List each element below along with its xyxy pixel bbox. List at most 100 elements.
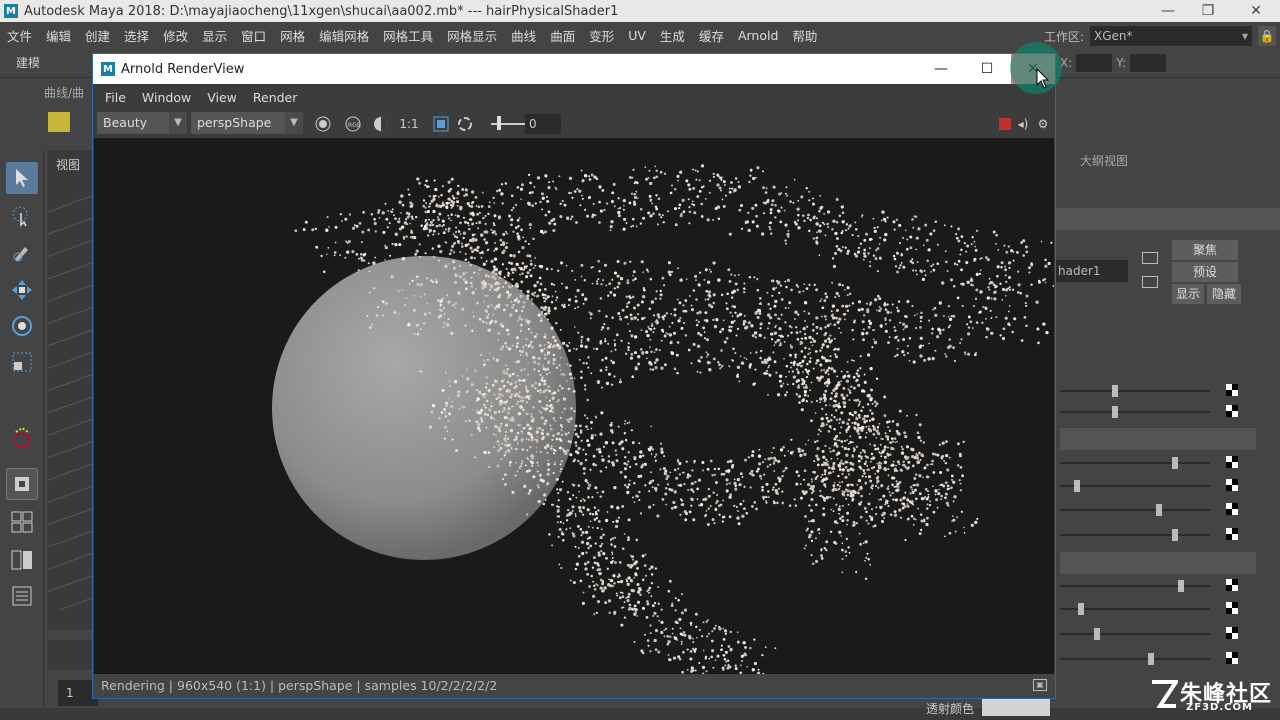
select-tool-icon[interactable]: [6, 162, 38, 194]
menu-display[interactable]: 显示: [195, 26, 234, 45]
move-tool-icon[interactable]: [6, 274, 38, 306]
camera-select[interactable]: perspShape ▼: [191, 112, 303, 134]
menu-arnold[interactable]: Arnold: [731, 28, 785, 43]
menu-mesh-tools[interactable]: 网格工具: [376, 26, 440, 45]
attr-slider[interactable]: [1060, 385, 1210, 397]
preset-button[interactable]: 预设: [1172, 262, 1238, 282]
last-tool-icon[interactable]: [6, 420, 38, 452]
minimize-icon[interactable]: —: [1148, 0, 1188, 22]
attr-slider[interactable]: [1060, 457, 1210, 469]
close-icon[interactable]: ✕: [1236, 0, 1276, 22]
map-button-icon[interactable]: [1226, 602, 1238, 614]
attr-section-header[interactable]: [1060, 552, 1256, 574]
attr-slider[interactable]: [1060, 480, 1210, 492]
map-button-icon[interactable]: [1226, 528, 1238, 540]
paint-tool-icon[interactable]: [6, 236, 38, 268]
gear-icon[interactable]: ⚙: [1033, 114, 1053, 134]
map-button-icon[interactable]: [1226, 456, 1238, 468]
viewport-panel[interactable]: 视图: [48, 150, 94, 630]
attr-slider[interactable]: [1060, 406, 1210, 418]
menu-curves[interactable]: 曲线: [504, 26, 543, 45]
rotate-tool-icon[interactable]: [6, 310, 38, 342]
map-button-icon[interactable]: [1226, 652, 1238, 664]
render-status-text: Rendering | 960x540 (1:1) | perspShape |…: [101, 678, 498, 693]
minimize-icon[interactable]: —: [919, 54, 963, 84]
menu-render[interactable]: Render: [245, 90, 306, 105]
shader-name-field[interactable]: hader1: [1056, 260, 1128, 282]
map-button-icon[interactable]: [1226, 384, 1238, 396]
workspace-select[interactable]: XGen*: [1090, 26, 1252, 46]
viewport-menu-view[interactable]: 视图: [56, 156, 80, 173]
exposure-slider-handle[interactable]: [497, 116, 501, 130]
maximize-icon[interactable]: ☐: [965, 54, 1009, 84]
menu-view[interactable]: View: [199, 90, 245, 105]
rgb-icon[interactable]: RGB: [343, 114, 363, 134]
x-field[interactable]: [1076, 54, 1113, 72]
menu-mesh[interactable]: 网格: [273, 26, 312, 45]
menu-file[interactable]: 文件: [0, 26, 39, 45]
menu-select[interactable]: 选择: [117, 26, 156, 45]
ipr-icon[interactable]: ◂): [1013, 114, 1033, 134]
compare-icon[interactable]: [371, 114, 391, 134]
input-connection-icon[interactable]: [1142, 252, 1158, 264]
menu-window[interactable]: Window: [134, 90, 199, 105]
mode-select[interactable]: 建模: [10, 53, 90, 73]
channel-rgb-icon[interactable]: [313, 114, 333, 134]
outliner-tab[interactable]: 大纲视图: [1080, 152, 1128, 169]
render-image: [272, 164, 1054, 674]
outliner-layout-icon[interactable]: [6, 580, 38, 612]
attr-section-header[interactable]: [1060, 428, 1256, 450]
menu-edit[interactable]: 编辑: [39, 26, 78, 45]
menu-modify[interactable]: 修改: [156, 26, 195, 45]
hide-button[interactable]: 隐藏: [1207, 284, 1241, 304]
menu-file[interactable]: File: [97, 90, 134, 105]
aov-select[interactable]: Beauty ▼: [97, 112, 187, 134]
shelf-light-icon[interactable]: [48, 112, 70, 132]
menu-help[interactable]: 帮助: [785, 26, 824, 45]
attr-slider[interactable]: [1060, 628, 1210, 640]
y-field[interactable]: [1130, 54, 1167, 72]
refresh-icon[interactable]: [455, 114, 475, 134]
render-canvas[interactable]: [94, 138, 1054, 674]
renderview-title-bar[interactable]: M Arnold RenderView — ☐ ✕: [93, 54, 1055, 84]
exposure-field[interactable]: 0: [525, 114, 561, 134]
map-button-icon[interactable]: [1226, 627, 1238, 639]
attr-slider[interactable]: [1060, 580, 1210, 592]
menu-deform[interactable]: 变形: [582, 26, 621, 45]
shelf-tab[interactable]: 曲线/曲: [44, 84, 84, 101]
menu-uv[interactable]: UV: [621, 28, 653, 43]
map-button-icon[interactable]: [1226, 579, 1238, 591]
attr-slider[interactable]: [1060, 529, 1210, 541]
attr-slider[interactable]: [1060, 653, 1210, 665]
layout-four-icon[interactable]: [6, 506, 38, 538]
layout-two-icon[interactable]: [6, 544, 38, 576]
attr-slider[interactable]: [1060, 504, 1210, 516]
map-button-icon[interactable]: [1226, 479, 1238, 491]
menu-surfaces[interactable]: 曲面: [543, 26, 582, 45]
frame-region-icon[interactable]: [431, 114, 451, 134]
lock-icon[interactable]: 🔒: [1258, 26, 1276, 46]
transmission-color-swatch[interactable]: [982, 698, 1050, 716]
toolbox: [0, 150, 44, 720]
restore-icon[interactable]: ❐: [1188, 0, 1228, 22]
map-button-icon[interactable]: [1226, 405, 1238, 417]
menu-create[interactable]: 创建: [78, 26, 117, 45]
focus-button[interactable]: 聚焦: [1172, 240, 1238, 260]
map-button-icon[interactable]: [1226, 503, 1238, 515]
menu-edit-mesh[interactable]: 编辑网格: [312, 26, 376, 45]
menu-generate[interactable]: 生成: [653, 26, 692, 45]
time-slider[interactable]: [48, 640, 94, 670]
show-button[interactable]: 显示: [1172, 284, 1204, 304]
stop-render-icon[interactable]: [999, 118, 1011, 130]
menu-cache[interactable]: 缓存: [692, 26, 731, 45]
ratio-label[interactable]: 1:1: [399, 114, 419, 134]
arnold-renderview-window: M Arnold RenderView — ☐ ✕ File Window Vi…: [92, 53, 1056, 699]
layout-single-icon[interactable]: [6, 468, 38, 500]
output-connection-icon[interactable]: [1142, 276, 1158, 288]
menu-windows[interactable]: 窗口: [234, 26, 273, 45]
attr-slider[interactable]: [1060, 603, 1210, 615]
snapshot-icon[interactable]: ▣: [1033, 679, 1047, 691]
lasso-tool-icon[interactable]: [6, 200, 38, 232]
menu-mesh-display[interactable]: 网格显示: [440, 26, 504, 45]
scale-tool-icon[interactable]: [6, 346, 38, 378]
